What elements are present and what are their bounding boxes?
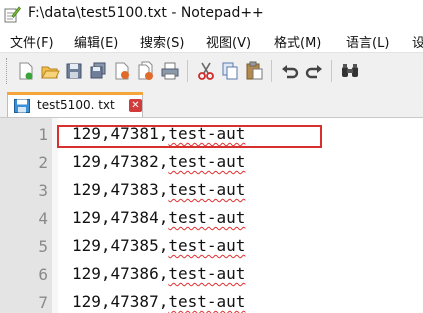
menu-file[interactable]: 文件(F)	[10, 32, 54, 51]
code-text-misspelled: test-aut	[168, 208, 246, 227]
code-text-misspelled: test-aut	[168, 152, 246, 171]
toolbar-grip[interactable]	[6, 58, 10, 84]
menu-language[interactable]: 语言(L)	[346, 32, 389, 51]
code-line[interactable]: 129,47382,test-aut	[72, 152, 245, 171]
new-file-icon[interactable]	[16, 61, 36, 81]
line-number: 2	[38, 153, 48, 172]
line-number: 1	[38, 125, 48, 144]
code-line[interactable]: 129,47386,test-aut	[72, 264, 245, 283]
line-number: 7	[38, 293, 48, 312]
code-text-misspelled: test-aut	[168, 292, 246, 311]
code-text: 129,47382,	[72, 152, 169, 171]
code-text-misspelled: test-aut	[168, 180, 246, 199]
paste-icon[interactable]	[244, 61, 264, 81]
code-line[interactable]: 129,47384,test-aut	[72, 208, 245, 227]
open-file-icon[interactable]	[40, 61, 60, 81]
copy-icon[interactable]	[220, 61, 240, 81]
menu-view[interactable]: 视图(V)	[206, 32, 251, 51]
close-icon[interactable]	[112, 61, 132, 81]
highlight-box	[57, 125, 322, 148]
tab-close-icon[interactable]: ✕	[129, 99, 142, 112]
menu-bar: 文件(F) 编辑(E) 搜索(S) 视图(V) 格式(M) 语言(L) 设	[0, 29, 423, 52]
tab-label: test5100. txt	[37, 98, 115, 112]
code-line[interactable]: 129,47387,test-aut	[72, 292, 245, 311]
line-number: 5	[38, 237, 48, 256]
code-text: 129,47384,	[72, 208, 169, 227]
menu-settings[interactable]: 设	[412, 32, 423, 51]
redo-icon[interactable]	[304, 61, 324, 81]
notepad-app-icon	[4, 6, 21, 23]
code-text: 129,47387,	[72, 292, 169, 311]
cut-icon[interactable]	[196, 61, 216, 81]
close-all-icon[interactable]	[136, 61, 156, 81]
save-all-icon[interactable]	[88, 61, 108, 81]
toolbar-separator	[187, 60, 188, 82]
toolbar-separator	[331, 60, 332, 82]
find-icon[interactable]	[340, 61, 360, 81]
line-number: 3	[38, 181, 48, 200]
code-text-misspelled: test-aut	[168, 264, 246, 283]
print-icon[interactable]	[160, 61, 180, 81]
code-line[interactable]: 129,47385,test-aut	[72, 236, 245, 255]
menu-search[interactable]: 搜索(S)	[140, 32, 184, 51]
tab-test5100[interactable]: test5100. txt ✕	[7, 92, 143, 117]
tab-bar: test5100. txt ✕	[0, 88, 423, 118]
toolbar	[0, 52, 423, 89]
code-text: 129,47385,	[72, 236, 169, 255]
menu-format[interactable]: 格式(M)	[274, 32, 321, 51]
toolbar-separator	[271, 60, 272, 82]
code-text: 129,47383,	[72, 180, 169, 199]
unsaved-file-icon	[14, 99, 30, 113]
line-number: 4	[38, 209, 48, 228]
save-icon[interactable]	[64, 61, 84, 81]
code-text-misspelled: test-aut	[168, 236, 246, 255]
line-number: 6	[38, 265, 48, 284]
active-tab-indicator	[7, 92, 143, 95]
title-bar: F:\data\test5100.txt - Notepad++	[0, 0, 423, 29]
line-number-gutter: 1 2 3 4 5 6 7	[0, 118, 52, 313]
code-line[interactable]: 129,47383,test-aut	[72, 180, 245, 199]
undo-icon[interactable]	[280, 61, 300, 81]
code-text: 129,47386,	[72, 264, 169, 283]
menu-edit[interactable]: 编辑(E)	[74, 32, 118, 51]
window-title: F:\data\test5100.txt - Notepad++	[28, 5, 264, 21]
